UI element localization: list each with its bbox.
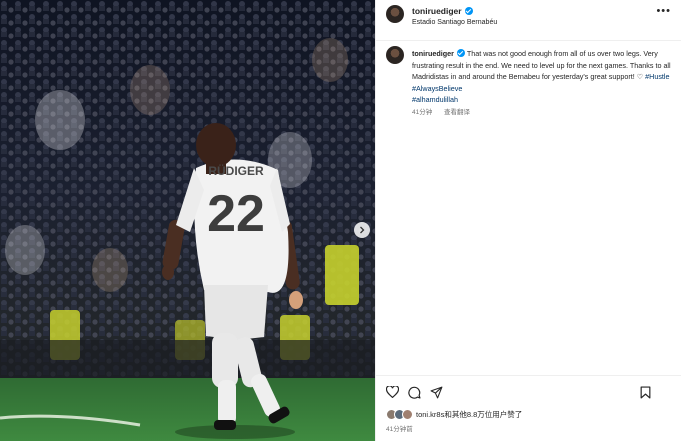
likes-summary[interactable]: toni.kr8s和其他8.8万位用户赞了 xyxy=(386,409,522,420)
avatar[interactable] xyxy=(386,5,404,23)
header-username[interactable]: toniruediger xyxy=(412,6,473,16)
location-link[interactable]: Estadio Santiago Bernabéu xyxy=(412,19,497,26)
see-translation-link[interactable]: 查看翻译 xyxy=(444,109,470,116)
post-header: toniruediger Estadio Santiago Bernabéu •… xyxy=(376,0,681,41)
post-timestamp[interactable]: 41分钟前 xyxy=(386,423,413,433)
caption-avatar[interactable] xyxy=(386,46,404,64)
comment-bubble-icon[interactable] xyxy=(408,386,421,399)
jersey-name: RÜDIGER xyxy=(208,163,264,178)
post-photo[interactable]: RÜDIGER 22 xyxy=(0,0,375,441)
heart-icon[interactable] xyxy=(386,386,399,398)
liker-avatar xyxy=(402,409,413,420)
hashtag-hustle[interactable]: #Hustle xyxy=(645,72,669,81)
post-sidebar: toniruediger Estadio Santiago Bernabéu •… xyxy=(375,0,681,441)
hashtag-alwaysbelieve[interactable]: #AlwaysBelieve xyxy=(412,84,462,93)
instagram-post: RÜDIGER 22 toniruediger Estadio Santiago… xyxy=(0,0,681,441)
likes-text: toni.kr8s和其他8.8万位用户赞了 xyxy=(416,410,523,419)
verified-badge-icon xyxy=(456,49,465,58)
caption-username[interactable]: toniruediger xyxy=(412,49,454,58)
caption-timestamp[interactable]: 41分钟 xyxy=(412,109,432,116)
stadium-photo-illustration: RÜDIGER 22 xyxy=(0,0,375,441)
caption-meta: 41分钟 查看翻译 xyxy=(412,106,480,116)
bookmark-icon[interactable] xyxy=(640,386,651,399)
jersey-number: 22 xyxy=(207,185,265,243)
caption-text: toniruediger That was not good enough fr… xyxy=(412,48,674,106)
verified-badge-icon xyxy=(464,6,473,15)
action-bar: toni.kr8s和其他8.8万位用户赞了 41分钟前 xyxy=(376,375,681,442)
hashtag-alhamdulillah[interactable]: #alhamdulillah xyxy=(412,95,458,104)
next-photo-button[interactable] xyxy=(354,222,370,238)
chevron-right-icon xyxy=(360,226,365,234)
more-options-icon[interactable]: ••• xyxy=(656,6,671,17)
share-plane-icon[interactable] xyxy=(430,386,443,399)
